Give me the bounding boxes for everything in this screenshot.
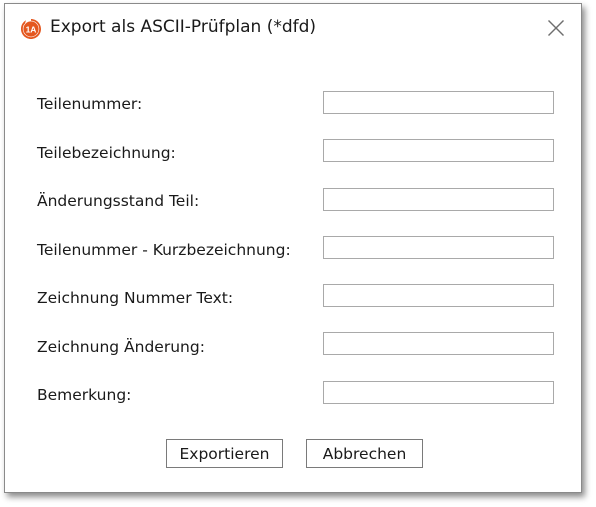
bemerkung-input[interactable]	[323, 381, 554, 404]
app-logo-icon: 1A	[20, 18, 42, 40]
teilebezeichnung-label: Teilebezeichnung:	[37, 144, 176, 162]
zeichnung-nummer-text-input[interactable]	[323, 284, 554, 307]
title-bar: 1A Export als ASCII-Prüfplan (*dfd)	[5, 4, 581, 50]
export-dialog: 1A Export als ASCII-Prüfplan (*dfd) Teil…	[4, 3, 582, 493]
teilenummer-label: Teilenummer:	[37, 95, 143, 113]
zeichnung-aenderung-input[interactable]	[323, 332, 554, 355]
cancel-button[interactable]: Abbrechen	[306, 439, 423, 468]
teilenummer-kurzbezeichnung-input[interactable]	[323, 236, 554, 259]
zeichnung-nummer-text-label: Zeichnung Nummer Text:	[37, 289, 234, 307]
export-button[interactable]: Exportieren	[166, 439, 283, 468]
bemerkung-label: Bemerkung:	[37, 386, 132, 404]
teilenummer-kurzbezeichnung-label: Teilenummer - Kurzbezeichnung:	[37, 241, 291, 259]
aenderungsstand-teil-input[interactable]	[323, 188, 554, 211]
close-icon	[548, 20, 564, 36]
window-title: Export als ASCII-Prüfplan (*dfd)	[50, 17, 317, 37]
zeichnung-aenderung-label: Zeichnung Änderung:	[37, 338, 205, 356]
teilebezeichnung-input[interactable]	[323, 139, 554, 162]
aenderungsstand-teil-label: Änderungsstand Teil:	[37, 192, 200, 210]
close-button[interactable]	[541, 14, 571, 42]
teilenummer-input[interactable]	[323, 91, 554, 114]
app-logo-text: 1A	[26, 24, 37, 34]
